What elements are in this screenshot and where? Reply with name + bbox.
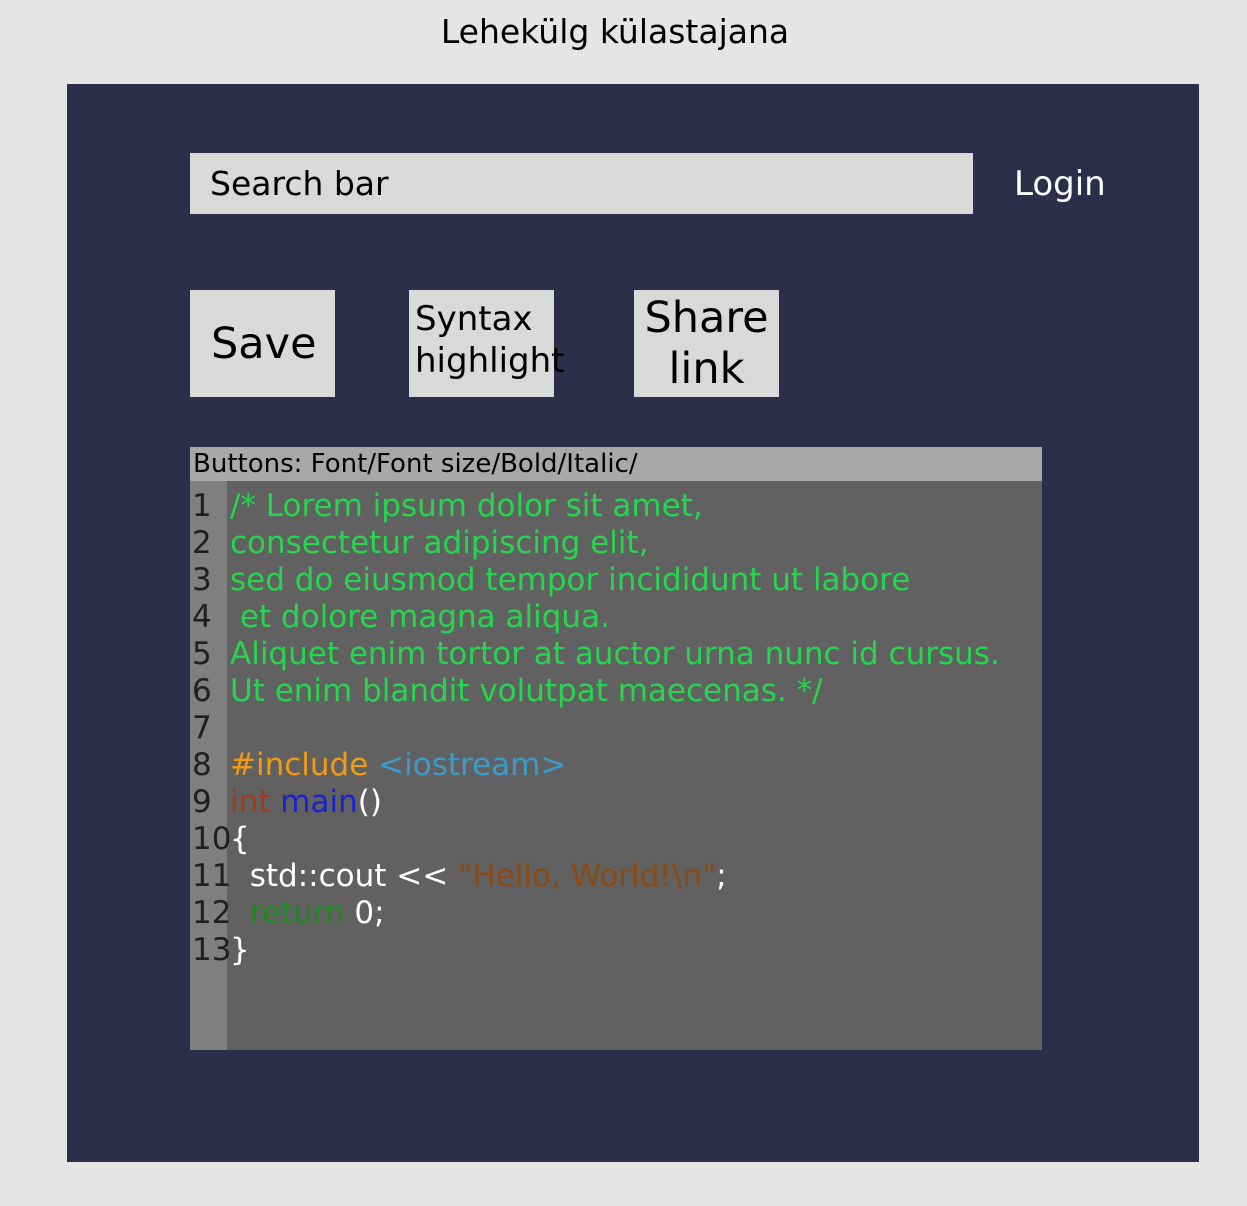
code-line: 4 et dolore magna aliqua. [190,599,1042,636]
code-line: 7 [190,710,1042,747]
code-line: 11 std::cout << "Hello, World!\n"; [190,858,1042,895]
line-number: 2 [192,525,212,561]
code-area[interactable]: 1 /* Lorem ipsum dolor sit amet, 2 consecte… [190,488,1042,969]
code-line: 3 sed do eiusmod tempor incididunt ut lab… [190,562,1042,599]
code-token: #include [230,747,369,783]
code-token: et dolore magna aliqua. [230,599,610,635]
code-text: #include <iostream> [230,747,566,784]
code-line: 1 /* Lorem ipsum dolor sit amet, [190,488,1042,525]
code-token: () [357,784,382,820]
code-text: /* Lorem ipsum dolor sit amet, [230,488,703,525]
code-text: std::cout << "Hello, World!\n"; [230,858,727,895]
code-token: } [230,932,250,968]
code-text: return 0; [230,895,385,932]
line-number: 9 [192,784,212,820]
login-link[interactable]: Login [1014,164,1106,204]
line-number: 11 [192,858,232,894]
line-number: 12 [192,895,232,931]
code-line: 8 #include <iostream> [190,747,1042,784]
line-number: 13 [192,932,232,968]
code-token: "Hello, World!\n" [458,858,717,894]
code-token: Ut enim blandit volutpat maecenas. */ [230,673,823,709]
code-token: 0; [344,895,385,931]
code-text: Ut enim blandit volutpat maecenas. */ [230,673,823,710]
code-token: { [230,821,250,857]
code-token: sed do eiusmod tempor incididunt ut labo… [230,562,911,598]
line-number: 1 [192,488,212,524]
code-text: consectetur adipiscing elit, [230,525,648,562]
code-line: 2 consectetur adipiscing elit, [190,525,1042,562]
code-text: int main() [230,784,382,821]
share-link-button[interactable]: Share link [634,290,779,397]
code-text: } [230,932,250,969]
code-token: /* Lorem ipsum dolor sit amet, [230,488,703,524]
line-number: 8 [192,747,212,783]
code-line: 13} [190,932,1042,969]
line-number: 5 [192,636,212,672]
code-token: ; [716,858,727,894]
syntax-highlight-button[interactable]: Syntax highlight [409,290,564,397]
code-token: <iostream> [378,747,567,783]
code-text: et dolore magna aliqua. [230,599,610,636]
code-line: 10{ [190,821,1042,858]
code-line: 6 Ut enim blandit volutpat maecenas. */ [190,673,1042,710]
code-text: { [230,821,250,858]
format-toolbar: Buttons: Font/Font size/Bold/Italic/ [190,447,1042,481]
code-text: Aliquet enim tortor at auctor urna nunc … [230,636,1000,673]
line-number: 4 [192,599,212,635]
page-title: Lehekülg külastajana [440,12,790,51]
code-line: 5 Aliquet enim tortor at auctor urna nunc… [190,636,1042,673]
code-line: 12 return 0; [190,895,1042,932]
line-number: 3 [192,562,212,598]
save-button[interactable]: Save [190,290,335,397]
code-token: main [280,784,358,820]
line-number: 10 [192,821,232,857]
code-token: std::cout << [230,858,459,894]
code-editor[interactable]: Buttons: Font/Font size/Bold/Italic/ 1 /*… [190,447,1042,1050]
code-token: Aliquet enim tortor at auctor urna nunc … [230,636,1000,672]
code-token: int [230,784,271,820]
search-input[interactable] [190,153,973,214]
code-token: consectetur adipiscing elit, [230,525,649,561]
code-text: sed do eiusmod tempor incididunt ut labo… [230,562,910,599]
code-line: 9 int main() [190,784,1042,821]
line-number: 6 [192,673,212,709]
line-number: 7 [192,710,212,746]
code-token: return [249,895,345,931]
